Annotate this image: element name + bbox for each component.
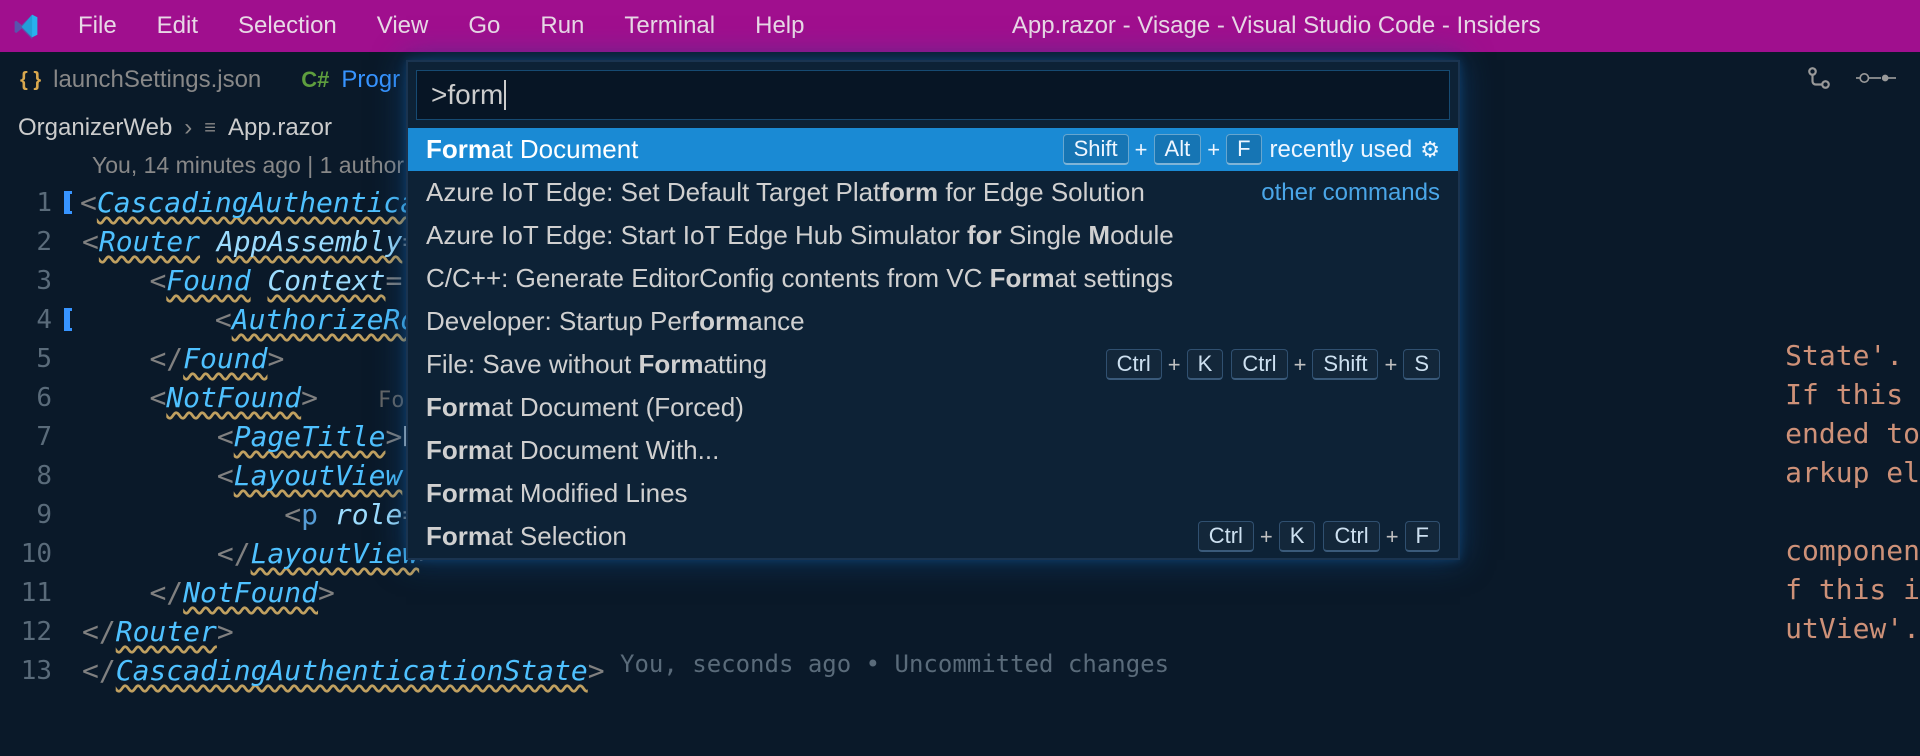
commit-graph-icon[interactable] xyxy=(1856,68,1896,93)
json-file-icon: { } xyxy=(20,69,41,92)
command-label: Azure IoT Edge: Start IoT Edge Hub Simul… xyxy=(426,220,1440,251)
text-cursor xyxy=(504,80,506,110)
command-group-label: other commands xyxy=(1261,179,1440,207)
keyboard-shortcut: Ctrl+K xyxy=(1106,349,1224,380)
command-label: File: Save without Formatting xyxy=(426,349,1106,380)
line-number: 8 xyxy=(0,461,62,491)
line-number: 7 xyxy=(0,422,62,452)
command-palette-list: Format DocumentShift+Alt+Frecently used⚙… xyxy=(408,128,1458,558)
error-hints: State'. If this ended to arkup el compon… xyxy=(1785,339,1920,651)
tab-program-cs[interactable]: C# Progr xyxy=(281,52,420,108)
menu-file[interactable]: File xyxy=(58,6,137,46)
command-palette-item[interactable]: Format SelectionCtrl+KCtrl+F xyxy=(408,515,1458,558)
gear-icon[interactable]: ⚙ xyxy=(1420,137,1440,163)
command-label: Format Selection xyxy=(426,521,1198,552)
keyboard-shortcut: Ctrl+K xyxy=(1198,521,1316,552)
line-number: 4 xyxy=(0,305,62,335)
command-label: Azure IoT Edge: Set Default Target Platf… xyxy=(426,177,1261,208)
menu-terminal[interactable]: Terminal xyxy=(604,6,735,46)
csharp-file-icon: C# xyxy=(301,67,329,93)
line-number: 13 xyxy=(0,656,62,686)
command-meta: Ctrl+KCtrl+Shift+S xyxy=(1106,349,1440,380)
breadcrumb-folder[interactable]: OrganizerWeb xyxy=(18,114,172,142)
command-palette-item[interactable]: C/C++: Generate EditorConfig contents fr… xyxy=(408,257,1458,300)
command-palette-input[interactable]: >form xyxy=(416,70,1450,120)
command-palette: >form Format DocumentShift+Alt+Frecently… xyxy=(406,60,1460,560)
menu-edit[interactable]: Edit xyxy=(137,6,218,46)
line-number: 12 xyxy=(0,617,62,647)
keyboard-shortcut: Shift+Alt+F xyxy=(1063,134,1262,165)
menu-help[interactable]: Help xyxy=(735,6,824,46)
line-number: 6 xyxy=(0,383,62,413)
command-palette-item[interactable]: Azure IoT Edge: Set Default Target Platf… xyxy=(408,171,1458,214)
menu-selection[interactable]: Selection xyxy=(218,6,357,46)
code-line[interactable]: 11 </NotFound> xyxy=(0,573,1920,612)
title-bar: File Edit Selection View Go Run Terminal… xyxy=(0,0,1920,52)
command-palette-item[interactable]: Azure IoT Edge: Start IoT Edge Hub Simul… xyxy=(408,214,1458,257)
command-meta: other commands xyxy=(1261,179,1440,207)
input-text: >form xyxy=(431,79,503,111)
keyboard-shortcut: Ctrl+F xyxy=(1323,521,1440,552)
vscode-icon xyxy=(12,12,40,40)
keyboard-shortcut: Ctrl+Shift+S xyxy=(1231,349,1440,380)
menu-run[interactable]: Run xyxy=(520,6,604,46)
command-palette-item[interactable]: Format Modified Lines xyxy=(408,472,1458,515)
command-palette-item[interactable]: Format Document With... xyxy=(408,429,1458,472)
gitlens-inline-blame: You, seconds ago • Uncommitted changes xyxy=(620,650,1169,678)
command-label: Format Modified Lines xyxy=(426,478,1440,509)
breadcrumb-separator: › xyxy=(184,114,192,142)
line-number: 9 xyxy=(0,500,62,530)
line-number: 10 xyxy=(0,539,62,569)
command-label: Developer: Startup Performance xyxy=(426,306,1440,337)
command-palette-item[interactable]: Developer: Startup Performance xyxy=(408,300,1458,343)
command-label: C/C++: Generate EditorConfig contents fr… xyxy=(426,263,1440,294)
breadcrumb-file[interactable]: App.razor xyxy=(228,114,332,142)
command-label: Format Document xyxy=(426,134,1063,165)
command-label: Format Document (Forced) xyxy=(426,392,1440,423)
line-number: 3 xyxy=(0,266,62,296)
command-label: Format Document With... xyxy=(426,435,1440,466)
menu-view[interactable]: View xyxy=(357,6,449,46)
razor-file-icon: ≡ xyxy=(204,117,216,140)
line-number: 11 xyxy=(0,578,62,608)
toolbar-icons xyxy=(1806,65,1920,96)
menu-bar: File Edit Selection View Go Run Terminal… xyxy=(58,6,824,46)
command-palette-item[interactable]: Format DocumentShift+Alt+Frecently used⚙ xyxy=(408,128,1458,171)
git-compare-icon[interactable] xyxy=(1806,65,1832,96)
tab-label: Progr xyxy=(341,66,400,94)
command-palette-item[interactable]: Format Document (Forced) xyxy=(408,386,1458,429)
code-line[interactable]: 12 </Router> xyxy=(0,612,1920,651)
window-title: App.razor - Visage - Visual Studio Code … xyxy=(824,12,1908,40)
tab-launchsettings[interactable]: { } launchSettings.json xyxy=(0,52,281,108)
line-number: 5 xyxy=(0,344,62,374)
tab-label: launchSettings.json xyxy=(53,66,261,94)
command-meta: Shift+Alt+Frecently used⚙ xyxy=(1063,134,1440,165)
line-number: 1 xyxy=(0,188,62,218)
menu-go[interactable]: Go xyxy=(448,6,520,46)
command-meta: Ctrl+KCtrl+F xyxy=(1198,521,1440,552)
command-palette-item[interactable]: File: Save without FormattingCtrl+KCtrl+… xyxy=(408,343,1458,386)
line-number: 2 xyxy=(0,227,62,257)
